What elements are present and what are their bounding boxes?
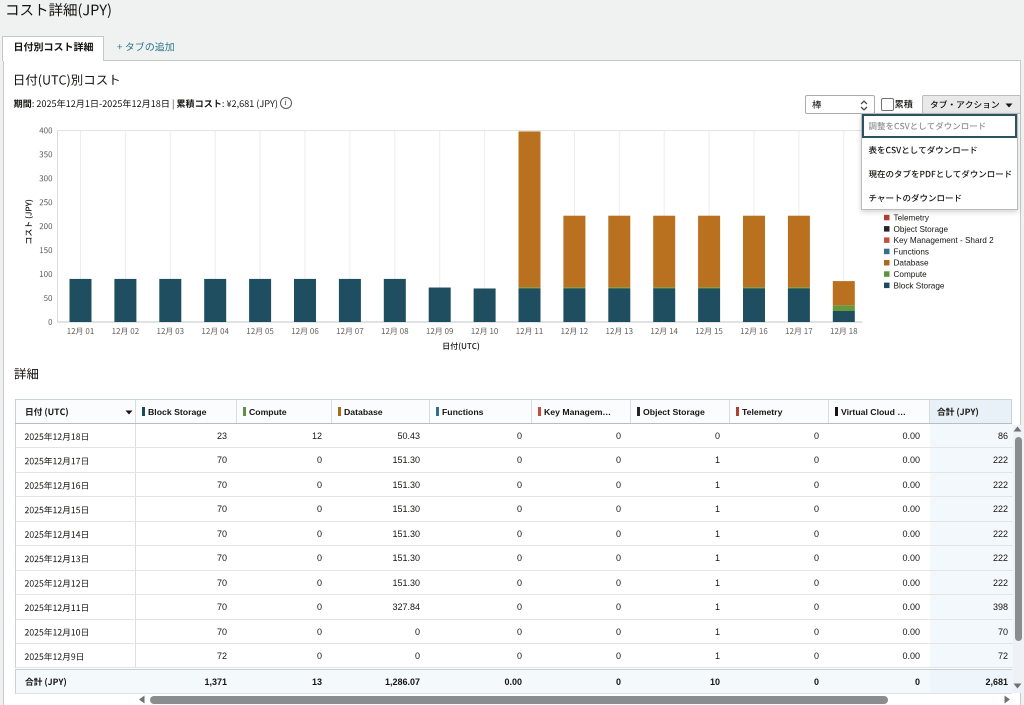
svg-text:Key Management - Shard 2: Key Management - Shard 2 — [894, 236, 995, 245]
svg-text:Compute: Compute — [894, 270, 928, 279]
svg-text:Object Storage: Object Storage — [894, 225, 949, 234]
svg-text:Database: Database — [894, 259, 929, 268]
svg-text:Functions: Functions — [894, 247, 930, 256]
svg-text:Telemetry: Telemetry — [894, 214, 930, 223]
svg-text:Block Storage: Block Storage — [894, 281, 945, 290]
